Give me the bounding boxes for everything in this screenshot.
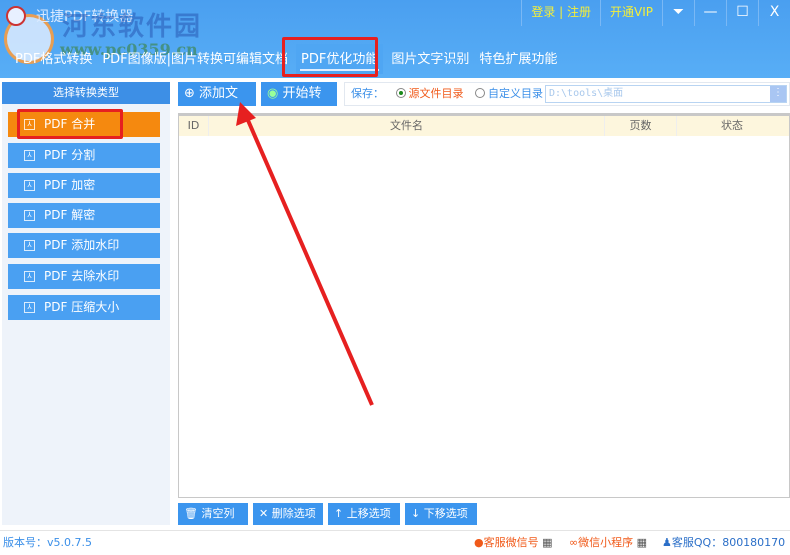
arrow-head — [236, 102, 256, 126]
arrow-shaft — [245, 117, 374, 406]
red-arrow-annotation — [236, 102, 374, 406]
